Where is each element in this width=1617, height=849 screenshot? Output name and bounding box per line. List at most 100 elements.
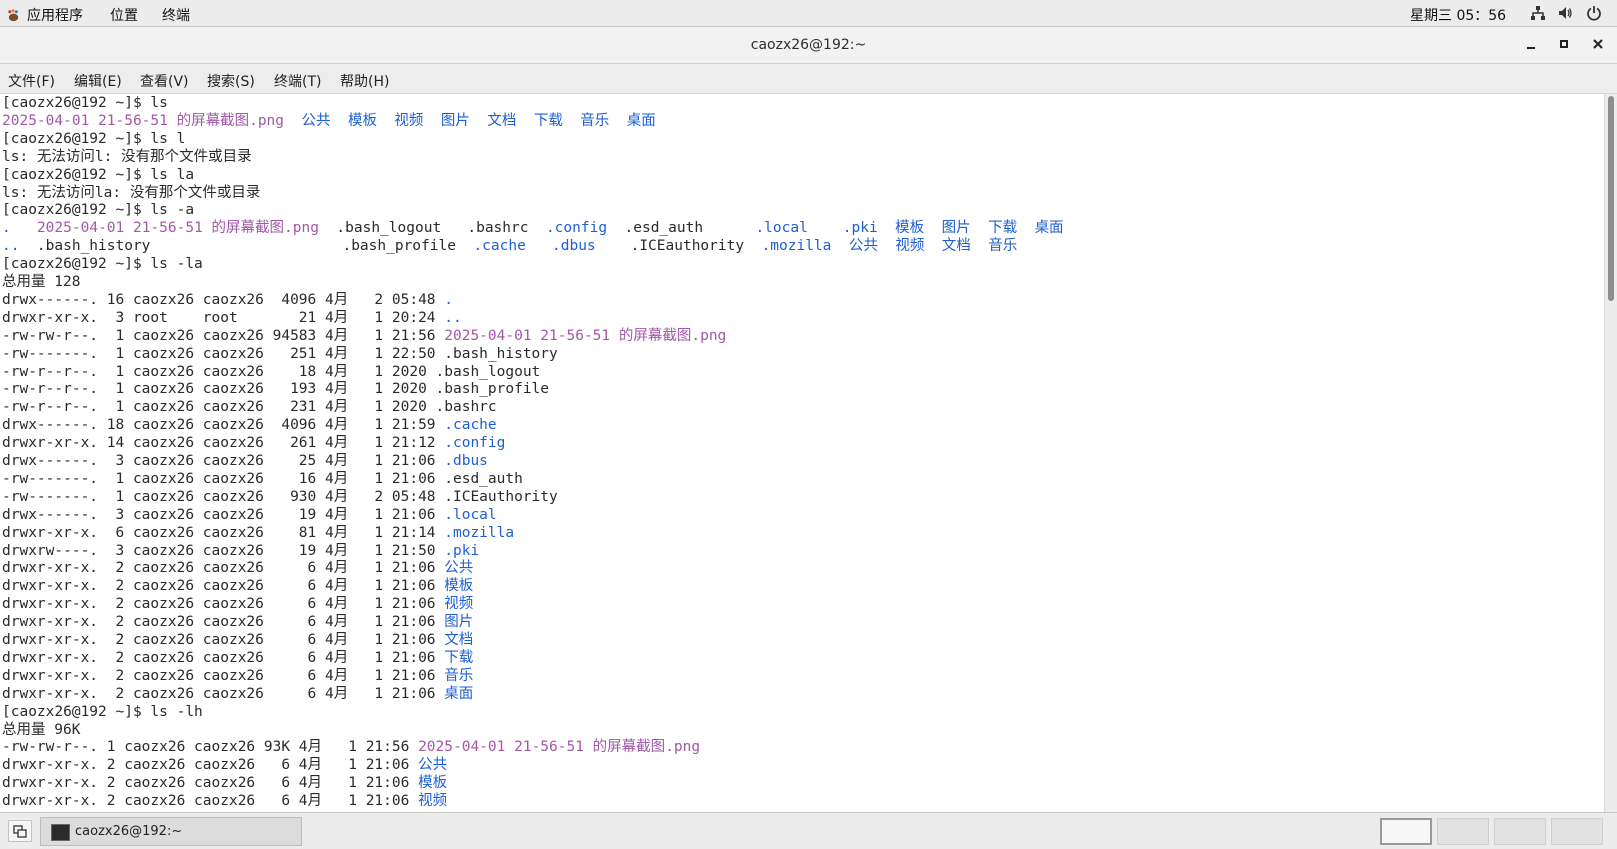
- applications-menu[interactable]: 应用程序: [6, 5, 83, 25]
- directory-name: .: [444, 291, 453, 308]
- taskbar-window-label: caozx26@192:~: [75, 824, 183, 839]
- workspace-4[interactable]: [1551, 818, 1603, 845]
- terminal-line: drwxr-xr-x. 2 caozx26 caozx26 6 4月 1 21:…: [2, 577, 473, 595]
- terminal-text: drwxr-xr-x. 3 root root 21 4月 1 20:24: [2, 309, 445, 326]
- terminal-line: -rw-r--r--. 1 caozx26 caozx26 193 4月 1 2…: [2, 380, 549, 398]
- terminal-line: drwxr-xr-x. 2 caozx26 caozx26 6 4月 1 21:…: [2, 649, 473, 667]
- terminal-line: -rw-rw-r--. 1 caozx26 caozx26 94583 4月 1…: [2, 327, 726, 345]
- terminal-line: drwxr-xr-x. 14 caozx26 caozx26 261 4月 1 …: [2, 434, 505, 452]
- terminal-line: drwxr-xr-x. 3 root root 21 4月 1 20:24 ..: [2, 309, 462, 327]
- image-file-name: 2025-04-01 21-56-51 的屏幕截图.png: [444, 327, 727, 344]
- terminal-line: 总用量 128: [2, 273, 80, 291]
- terminal-text: drwxr-xr-x. 2 caozx26 caozx26 6 4月 1 21:…: [2, 596, 445, 613]
- terminal-text: drwxr-xr-x. 2 caozx26 caozx26 6 4月 1 21:…: [2, 667, 445, 684]
- terminal-text: drwxr-xr-x. 2 caozx26 caozx26 6 4月 1 21:…: [2, 775, 419, 792]
- menu-file[interactable]: 文件(F): [8, 71, 55, 91]
- terminal-text: drwxr-xr-x. 2 caozx26 caozx26 6 4月 1 21:…: [2, 649, 445, 666]
- directory-name: 下载: [533, 112, 563, 129]
- directory-name: 视频: [394, 112, 424, 129]
- close-icon: [1593, 39, 1603, 49]
- terminal-text: [caozx26@192 ~]$ ls: [2, 95, 168, 111]
- terminal-line: drwxr-xr-x. 2 caozx26 caozx26 6 4月 1 21:…: [2, 756, 447, 774]
- network-icon[interactable]: [1530, 5, 1546, 21]
- directory-name: .cache: [444, 417, 497, 434]
- terminal-app-menu[interactable]: 终端: [162, 5, 190, 25]
- terminal-line: [caozx26@192 ~]$ ls: [2, 94, 168, 112]
- directory-name: 音乐: [444, 667, 474, 684]
- show-desktop-button[interactable]: [8, 820, 32, 842]
- terminal-line: . 2025-04-01 21-56-51 的屏幕截图.png .bash_lo…: [2, 219, 1064, 237]
- terminal-text: -rw-------. 1 caozx26 caozx26 251 4月 1 2…: [2, 345, 558, 362]
- directory-name: .mozilla: [761, 238, 832, 255]
- directory-name: 公共: [848, 238, 878, 255]
- terminal-text: drwxr-xr-x. 6 caozx26 caozx26 81 4月 1 21…: [2, 524, 445, 541]
- directory-name: .config: [545, 220, 608, 237]
- terminal-scrollbar[interactable]: [1604, 94, 1617, 812]
- terminal-line: [caozx26@192 ~]$ ls -lh: [2, 703, 203, 721]
- directory-name: .local: [444, 506, 497, 523]
- directory-name: 文档: [487, 112, 517, 129]
- workspace-3[interactable]: [1494, 818, 1546, 845]
- terminal-text: drwxr-xr-x. 2 caozx26 caozx26 6 4月 1 21:…: [2, 793, 419, 810]
- directory-name: .dbus: [552, 238, 596, 255]
- terminal-text: [caozx26@192 ~]$ ls la: [2, 166, 195, 183]
- terminal-line: drwx------. 16 caozx26 caozx26 4096 4月 2…: [2, 291, 453, 309]
- menu-search[interactable]: 搜索(S): [207, 71, 255, 91]
- terminal-line: -rw-------. 1 caozx26 caozx26 251 4月 1 2…: [2, 345, 558, 363]
- minimize-button[interactable]: [1523, 38, 1539, 52]
- workspace-2[interactable]: [1437, 818, 1489, 845]
- terminal-text: .bash_history .bash_profile: [19, 238, 474, 255]
- terminal-text: drwxrw----. 3 caozx26 caozx26 19 4月 1 21…: [2, 542, 445, 559]
- directory-name: 桌面: [1034, 220, 1064, 237]
- terminal-line: .. .bash_history .bash_profile .cache .d…: [2, 237, 1017, 255]
- terminal-output[interactable]: [caozx26@192 ~]$ ls 2025-04-01 21-56-51 的…: [0, 94, 1604, 812]
- terminal-line: -rw-r--r--. 1 caozx26 caozx26 231 4月 1 2…: [2, 398, 497, 416]
- directory-name: .pki: [842, 220, 878, 237]
- terminal-text: drwxr-xr-x. 2 caozx26 caozx26 6 4月 1 21:…: [2, 614, 445, 631]
- terminal-text: drwxr-xr-x. 2 caozx26 caozx26 6 4月 1 21:…: [2, 685, 445, 702]
- volume-icon[interactable]: [1557, 5, 1573, 21]
- terminal-text: drwx------. 18 caozx26 caozx26 4096 4月 1…: [2, 417, 445, 434]
- maximize-icon: [1560, 40, 1568, 48]
- window-titlebar[interactable]: caozx26@192:~: [0, 27, 1617, 64]
- directory-name: .cache: [473, 238, 526, 255]
- directory-name: 视频: [444, 596, 474, 613]
- workspace-1[interactable]: [1380, 818, 1432, 845]
- menu-edit[interactable]: 编辑(E): [74, 71, 122, 91]
- bottom-taskbar: caozx26@192:~: [0, 812, 1617, 849]
- clock[interactable]: 星期三 05：56: [1410, 5, 1506, 25]
- terminal-text: ls: 无法访问l: 没有那个文件或目录: [2, 148, 252, 165]
- terminal-text: drwx------. 16 caozx26 caozx26 4096 4月 2…: [2, 291, 445, 308]
- terminal-line: drwx------. 3 caozx26 caozx26 25 4月 1 21…: [2, 452, 488, 470]
- menu-view[interactable]: 查看(V): [140, 71, 189, 91]
- places-menu[interactable]: 位置: [110, 5, 138, 25]
- maximize-button[interactable]: [1556, 38, 1572, 52]
- menu-terminal[interactable]: 终端(T): [274, 71, 321, 91]
- terminal-text: drwx------. 3 caozx26 caozx26 19 4月 1 21…: [2, 506, 445, 523]
- terminal-text: [caozx26@192 ~]$ ls -lh: [2, 703, 203, 720]
- scrollbar-thumb[interactable]: [1608, 96, 1614, 301]
- close-button[interactable]: [1590, 38, 1606, 52]
- terminal-text: -rw-r--r--. 1 caozx26 caozx26 193 4月 1 2…: [2, 381, 550, 398]
- terminal-text: [caozx26@192 ~]$ ls l: [2, 130, 186, 147]
- terminal-text: drwxr-xr-x. 2 caozx26 caozx26 6 4月 1 21:…: [2, 757, 419, 774]
- terminal-line: drwxrw----. 3 caozx26 caozx26 19 4月 1 21…: [2, 542, 479, 560]
- terminal-text: drwx------. 3 caozx26 caozx26 25 4月 1 21…: [2, 453, 445, 469]
- menu-help[interactable]: 帮助(H): [340, 71, 389, 91]
- terminal-icon: [51, 824, 70, 841]
- power-icon[interactable]: [1586, 5, 1602, 21]
- terminal-text: [caozx26@192 ~]$ ls -la: [2, 256, 203, 273]
- directory-name: 视频: [895, 238, 925, 255]
- taskbar-terminal-window[interactable]: caozx26@192:~: [40, 817, 302, 846]
- terminal-line: drwxr-xr-x. 2 caozx26 caozx26 6 4月 1 21:…: [2, 685, 473, 703]
- terminal-line: -rw-------. 1 caozx26 caozx26 16 4月 1 21…: [2, 470, 523, 488]
- directory-name: .: [2, 220, 11, 237]
